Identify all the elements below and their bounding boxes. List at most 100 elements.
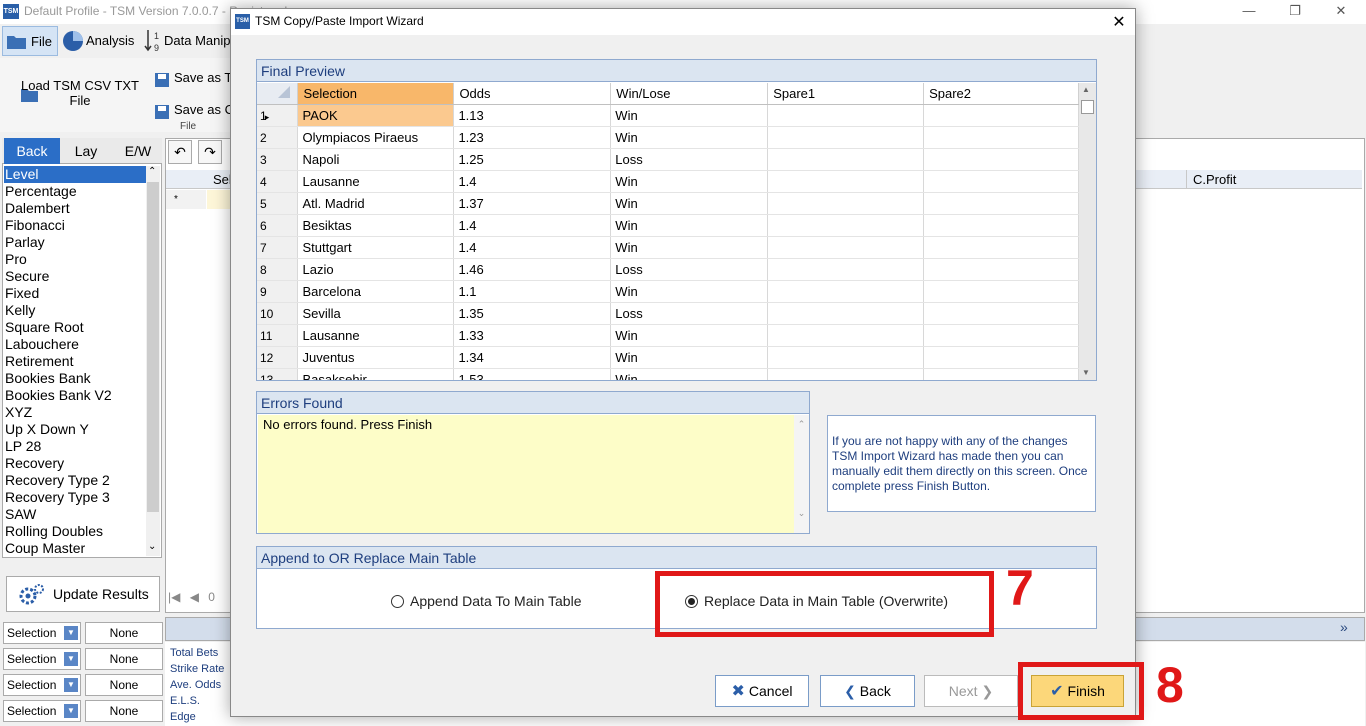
cell-spare1[interactable] [767, 126, 925, 149]
staking-method-item[interactable]: LP 28 [4, 438, 146, 455]
cell-win-lose[interactable]: Win [610, 324, 769, 347]
cell-odds[interactable]: 1.25 [453, 148, 612, 171]
cell-win-lose[interactable]: Win [610, 368, 769, 380]
filter-field-select[interactable]: Selection ▼ [3, 674, 81, 696]
cell-odds[interactable]: 1.4 [453, 170, 612, 193]
table-row[interactable]: 5 Atl. Madrid 1.37 Win [257, 192, 1079, 215]
cell-odds[interactable]: 1.13 [453, 104, 612, 127]
tab-back[interactable]: Back [4, 138, 60, 164]
cell-spare2[interactable] [923, 192, 1079, 215]
prev-record-icon[interactable]: ◀ [190, 590, 199, 604]
cell-win-lose[interactable]: Win [610, 104, 769, 127]
save-as-csv-button[interactable]: Save as C [174, 102, 234, 117]
staking-method-item[interactable]: Dalembert [4, 200, 146, 217]
table-row[interactable]: 12 Juventus 1.34 Win [257, 346, 1079, 369]
scroll-up-icon[interactable]: ▲ [1082, 85, 1090, 94]
staking-method-item[interactable]: Recovery Type 3 [4, 489, 146, 506]
staking-method-item[interactable]: Fibonacci [4, 217, 146, 234]
preview-grid-scrollbar[interactable] [1079, 83, 1096, 380]
column-header-odds[interactable]: Odds [453, 83, 612, 105]
back-button[interactable]: ❮ Back [820, 675, 915, 707]
staking-method-item[interactable]: Bookies Bank [4, 370, 146, 387]
filter-value-select[interactable]: None [85, 648, 163, 670]
staking-method-item[interactable]: Parlay [4, 234, 146, 251]
cell-spare2[interactable] [923, 324, 1079, 347]
scroll-down-icon[interactable]: ⌄ [794, 508, 809, 519]
filter-field-select[interactable]: Selection ▼ [3, 648, 81, 670]
app-close-button[interactable]: ✕ [1318, 0, 1364, 24]
cell-win-lose[interactable]: Win [610, 126, 769, 149]
staking-method-item[interactable]: Coup Master [4, 540, 146, 557]
cell-spare1[interactable] [767, 258, 925, 281]
staking-method-item[interactable]: Rolling Doubles [4, 523, 146, 540]
cell-odds[interactable]: 1.53 [453, 368, 612, 380]
cell-spare1[interactable] [767, 236, 925, 259]
table-row[interactable]: 4 Lausanne 1.4 Win [257, 170, 1079, 193]
cell-selection[interactable]: Basaksehir [297, 368, 455, 380]
cell-spare2[interactable] [923, 302, 1079, 325]
staking-method-item[interactable]: Fixed [4, 285, 146, 302]
table-row[interactable]: 6 Besiktas 1.4 Win [257, 214, 1079, 237]
column-header-selection[interactable]: Selection [297, 83, 455, 105]
errors-scrollbar[interactable]: ⌃ ⌄ [794, 415, 809, 533]
cancel-button[interactable]: ✖ Cancel [715, 675, 809, 707]
cell-spare2[interactable] [923, 148, 1079, 171]
cell-spare2[interactable] [923, 126, 1079, 149]
cell-win-lose[interactable]: Win [610, 192, 769, 215]
cell-selection[interactable]: Lausanne [297, 324, 455, 347]
staking-method-item[interactable]: XYZ [4, 404, 146, 421]
staking-method-item[interactable]: Labouchere [4, 336, 146, 353]
table-row[interactable]: 11 Lausanne 1.33 Win [257, 324, 1079, 347]
staking-method-item[interactable]: Up X Down Y [4, 421, 146, 438]
filter-field-select[interactable]: Selection ▼ [3, 622, 81, 644]
radio-append[interactable]: Append Data To Main Table [391, 593, 582, 609]
staking-method-item[interactable]: Bookies Bank V2 [4, 387, 146, 404]
cell-odds[interactable]: 1.4 [453, 214, 612, 237]
staking-method-item[interactable]: Square Root [4, 319, 146, 336]
cell-spare2[interactable] [923, 214, 1079, 237]
cell-odds[interactable]: 1.33 [453, 324, 612, 347]
cell-spare1[interactable] [767, 324, 925, 347]
cell-spare2[interactable] [923, 346, 1079, 369]
filter-value-select[interactable]: None [85, 622, 163, 644]
table-row[interactable]: 3 Napoli 1.25 Loss [257, 148, 1079, 171]
load-csv-button[interactable]: Load TSM CSV TXT File [20, 78, 140, 108]
minimize-button[interactable]: — [1226, 0, 1272, 24]
tab-lay[interactable]: Lay [62, 138, 110, 164]
table-row[interactable]: 7 Stuttgart 1.4 Win [257, 236, 1079, 259]
cell-spare2[interactable] [923, 170, 1079, 193]
column-header-spare2[interactable]: Spare2 [923, 83, 1079, 105]
cell-win-lose[interactable]: Win [610, 170, 769, 193]
scroll-down-icon[interactable]: ▼ [1082, 368, 1090, 377]
cell-win-lose[interactable]: Win [610, 346, 769, 369]
tab-analysis[interactable]: Analysis [60, 26, 140, 56]
column-cprofit[interactable]: C.Profit [1186, 170, 1362, 189]
errors-textarea[interactable]: No errors found. Press Finish [258, 415, 794, 533]
first-record-icon[interactable]: |◀ [168, 590, 180, 604]
column-selection[interactable]: Sel [213, 172, 232, 187]
table-row[interactable]: 9 Barcelona 1.1 Win [257, 280, 1079, 303]
cell-odds[interactable]: 1.37 [453, 192, 612, 215]
filter-field-select[interactable]: Selection ▼ [3, 700, 81, 722]
staking-method-item[interactable]: Pro [4, 251, 146, 268]
filter-value-select[interactable]: None [85, 674, 163, 696]
staking-method-item[interactable]: Percentage [4, 183, 146, 200]
table-row[interactable]: 8 Lazio 1.46 Loss [257, 258, 1079, 281]
column-header-win-lose[interactable]: Win/Lose [610, 83, 769, 105]
cell-win-lose[interactable]: Loss [610, 302, 769, 325]
cell-selection[interactable]: Juventus [297, 346, 455, 369]
cell-selection[interactable]: Atl. Madrid [297, 192, 455, 215]
cell-selection[interactable]: Stuttgart [297, 236, 455, 259]
table-row[interactable]: 10 Sevilla 1.35 Loss [257, 302, 1079, 325]
staking-method-item[interactable]: Recovery [4, 455, 146, 472]
cell-spare2[interactable] [923, 236, 1079, 259]
cell-odds[interactable]: 1.46 [453, 258, 612, 281]
restore-button[interactable]: ❐ [1272, 0, 1318, 24]
update-results-button[interactable]: Update Results [6, 576, 160, 612]
cell-odds[interactable]: 1.1 [453, 280, 612, 303]
staking-method-item[interactable]: Recovery Type 2 [4, 472, 146, 489]
cell-spare2[interactable] [923, 280, 1079, 303]
cell-odds[interactable]: 1.34 [453, 346, 612, 369]
radio-append-indicator[interactable] [391, 595, 404, 608]
cell-win-lose[interactable]: Loss [610, 148, 769, 171]
